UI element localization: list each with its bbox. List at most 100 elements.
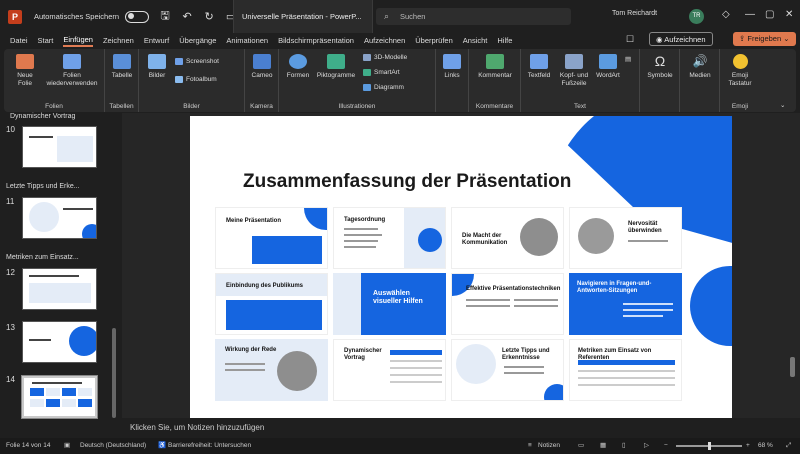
thumb-number: 13 xyxy=(6,323,15,332)
zoom-in-icon[interactable]: + xyxy=(746,438,750,454)
screenshot-button[interactable]: Screenshot xyxy=(175,58,219,65)
slide-thumbnail-14[interactable] xyxy=(21,375,98,419)
new-slide-button[interactable]: Neue Folie xyxy=(10,54,40,88)
summary-card-6[interactable]: Auswählen visueller Hilfen xyxy=(333,273,446,335)
section-metriken[interactable]: Metriken zum Einsatz... xyxy=(6,254,79,261)
group-label-folien: Folien xyxy=(45,103,63,110)
slide-title[interactable]: Zusammenfassung der Präsentation xyxy=(243,171,571,193)
pictures-button[interactable]: Bilder xyxy=(143,54,171,80)
summary-card-12[interactable]: Metriken zum Einsatz von Referenten xyxy=(569,339,682,401)
summary-card-11[interactable]: Letzte Tipps und Erkenntnisse xyxy=(451,339,564,401)
table-icon xyxy=(113,54,131,69)
thumbnail-scrollbar[interactable] xyxy=(112,328,116,418)
save-icon[interactable]: 🖫 xyxy=(159,7,171,26)
text-more-icon[interactable]: ▤ xyxy=(625,55,631,63)
summary-card-5[interactable]: Einbindung des Publikums xyxy=(215,273,328,335)
header-footer-button[interactable]: Kopf- und Fußzeile xyxy=(555,54,593,88)
diamond-icon[interactable]: ◇ xyxy=(722,9,730,20)
summary-card-9[interactable]: Wirkung der Rede xyxy=(215,339,328,401)
tab-entwurf[interactable]: Entwurf xyxy=(144,36,169,45)
zoom-out-icon[interactable]: − xyxy=(664,438,668,454)
shapes-button[interactable]: Formen xyxy=(283,54,313,80)
autosave-toggle[interactable] xyxy=(125,10,150,23)
tab-bildschirmpraesentation[interactable]: Bildschirmpräsentation xyxy=(278,36,354,45)
close-icon[interactable]: ✕ xyxy=(785,9,793,20)
summary-card-2[interactable]: Tagesordnung xyxy=(333,207,446,269)
slide-thumbnail-12[interactable] xyxy=(22,268,97,310)
media-button[interactable]: 🔊 Medien xyxy=(684,54,716,80)
tab-ueberpruefen[interactable]: Überprüfen xyxy=(415,36,453,45)
maximize-icon[interactable]: ▢ xyxy=(765,9,774,20)
new-slide-icon xyxy=(16,54,34,69)
avatar[interactable]: TR xyxy=(689,9,704,24)
emoji-button[interactable]: Emoji Tastatur xyxy=(724,54,756,88)
comments-icon[interactable]: ☐ xyxy=(626,34,634,45)
slide-sorter-icon[interactable]: ▦ xyxy=(600,438,606,454)
tab-datei[interactable]: Datei xyxy=(10,36,28,45)
table-button[interactable]: Tabelle xyxy=(107,54,137,80)
accessibility-status[interactable]: Barrierefreiheit: Untersuchen xyxy=(168,438,251,454)
photo-album-button[interactable]: Fotoalbum xyxy=(175,76,217,83)
wordart-label: WordArt xyxy=(596,72,620,79)
summary-card-10[interactable]: Dynamischer Vortrag xyxy=(333,339,446,401)
smartart-button[interactable]: SmartArt xyxy=(363,69,400,76)
3d-models-button[interactable]: 3D-Modelle xyxy=(363,54,407,61)
summary-card-4[interactable]: Nervosität überwinden xyxy=(569,207,682,269)
tab-hilfe[interactable]: Hilfe xyxy=(497,36,512,45)
share-button[interactable]: ⇪ Freigeben ⌄ xyxy=(733,32,796,46)
record-button[interactable]: ◉ Aufzeichnen xyxy=(649,32,713,46)
minimize-icon[interactable]: — xyxy=(745,9,755,20)
symbols-button[interactable]: Ω Symbole xyxy=(644,54,676,80)
cameo-icon xyxy=(253,54,271,69)
screenshot-label: Screenshot xyxy=(186,58,219,66)
undo-icon[interactable]: ↶ xyxy=(181,10,193,23)
redo-icon[interactable]: ↻ xyxy=(203,10,215,23)
card-leaf-shape xyxy=(304,208,327,230)
tab-start[interactable]: Start xyxy=(38,36,54,45)
reading-view-icon[interactable]: ▯ xyxy=(622,438,626,454)
language-status[interactable]: Deutsch (Deutschland) xyxy=(80,438,146,454)
tab-aufzeichnen[interactable]: Aufzeichnen xyxy=(364,36,405,45)
tab-animationen[interactable]: Animationen xyxy=(226,36,268,45)
tab-einfuegen[interactable]: Einfügen xyxy=(63,35,93,47)
summary-card-3[interactable]: Die Macht der Kommunikation xyxy=(451,207,564,269)
user-name[interactable]: Tom Reichardt xyxy=(612,10,657,17)
slide-thumbnail-10[interactable] xyxy=(22,126,97,168)
header-footer-icon xyxy=(565,54,583,69)
slide-scrollbar[interactable] xyxy=(790,357,795,377)
tab-zeichnen[interactable]: Zeichnen xyxy=(103,36,134,45)
omega-icon: Ω xyxy=(651,54,669,69)
zoom-slider-thumb[interactable] xyxy=(708,442,711,450)
wordart-button[interactable]: WordArt xyxy=(593,54,623,80)
collapse-ribbon-icon[interactable]: ⌄ xyxy=(780,101,785,109)
icons-button[interactable]: Piktogramme xyxy=(313,54,359,80)
section-letzte-tipps[interactable]: Letzte Tipps und Erke... xyxy=(6,183,80,190)
links-button[interactable]: Links xyxy=(438,54,466,80)
search-input[interactable]: ⌕ Suchen xyxy=(376,8,571,25)
chart-button[interactable]: Diagramm xyxy=(363,84,404,91)
slide-14[interactable]: Zusammenfassung der Präsentation Meine P… xyxy=(190,116,732,418)
slide-thumbnail-13[interactable] xyxy=(22,321,97,363)
zoom-level[interactable]: 68 % xyxy=(758,438,773,454)
comment-button[interactable]: Kommentar xyxy=(472,54,518,80)
table-header xyxy=(578,360,675,365)
normal-view-icon[interactable]: ▭ xyxy=(578,438,584,454)
notes-toggle[interactable]: Notizen xyxy=(538,438,560,454)
reuse-slides-button[interactable]: Folien wiederverwenden xyxy=(42,54,102,88)
slideshow-icon[interactable]: ▷ xyxy=(644,438,649,454)
card-circle xyxy=(544,384,563,400)
tab-uebergaenge[interactable]: Übergänge xyxy=(179,36,216,45)
smartart-icon xyxy=(363,69,371,76)
slide-thumbnail-11[interactable] xyxy=(22,197,97,239)
summary-card-8[interactable]: Navigieren in Fragen-und-Antworten-Sitzu… xyxy=(569,273,682,335)
textbox-button[interactable]: Textfeld xyxy=(523,54,555,80)
summary-card-1[interactable]: Meine Präsentation xyxy=(215,207,328,269)
fit-to-window-icon[interactable]: ⤢ xyxy=(786,438,791,454)
section-dynamischer-vortrag[interactable]: Dynamischer Vortrag xyxy=(10,113,75,120)
cameo-button[interactable]: Cameo xyxy=(247,54,277,80)
spellcheck-icon[interactable]: ▣ xyxy=(64,438,70,454)
smartart-label: SmartArt xyxy=(374,69,400,77)
summary-card-7[interactable]: Effektive Präsentationstechniken xyxy=(451,273,564,335)
tab-ansicht[interactable]: Ansicht xyxy=(463,36,488,45)
notes-pane[interactable]: Klicken Sie, um Notizen hinzuzufügen xyxy=(122,419,800,437)
